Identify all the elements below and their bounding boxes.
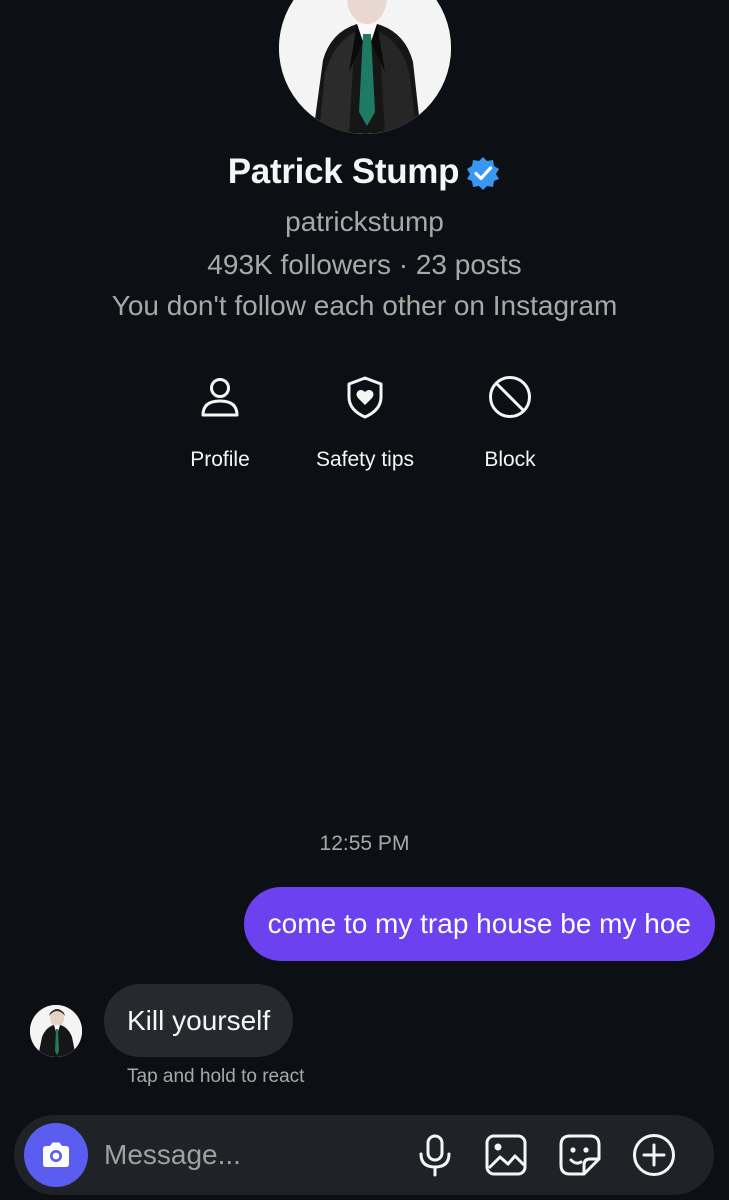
profile-avatar[interactable] [279, 0, 451, 134]
profile-stats: 493K followers · 23 posts [207, 249, 522, 280]
profile-button[interactable]: Profile [145, 372, 295, 472]
profile-button-label: Profile [190, 448, 250, 471]
gallery-button[interactable] [484, 1133, 528, 1177]
message-timestamp: 12:55 PM [319, 832, 410, 855]
sticker-button[interactable] [558, 1133, 602, 1177]
profile-name-row: Patrick Stump [0, 152, 729, 192]
camera-button[interactable] [24, 1123, 88, 1187]
block-icon [435, 372, 585, 422]
profile-name: Patrick Stump [227, 152, 460, 191]
safety-tips-button-label: Safety tips [315, 448, 415, 471]
plus-icon [633, 1134, 675, 1176]
sender-avatar[interactable] [30, 1005, 82, 1057]
camera-icon [43, 1142, 69, 1167]
shield-heart-icon [290, 372, 440, 422]
block-button-label: Block [484, 448, 536, 471]
person-icon [145, 372, 295, 422]
sticker-icon [559, 1134, 601, 1176]
add-button[interactable] [632, 1133, 676, 1177]
incoming-message-bubble[interactable]: Kill yourself [104, 984, 294, 1057]
profile-actions: Profile Safety tips Block [0, 372, 729, 482]
react-hint: Tap and hold to react [127, 1066, 305, 1087]
gallery-icon [485, 1134, 527, 1176]
message-input[interactable] [104, 1135, 394, 1175]
microphone-icon [419, 1134, 451, 1177]
block-button[interactable]: Block [435, 372, 585, 472]
outgoing-message-bubble[interactable]: come to my trap house be my hoe [243, 887, 715, 961]
verified-badge-icon [465, 155, 501, 191]
microphone-button[interactable] [413, 1133, 457, 1177]
follow-status-note: You don't follow each other on Instagram [111, 290, 618, 321]
message-composer [14, 1115, 714, 1195]
safety-tips-button[interactable]: Safety tips [290, 372, 440, 472]
profile-handle: patrickstump [285, 206, 444, 237]
